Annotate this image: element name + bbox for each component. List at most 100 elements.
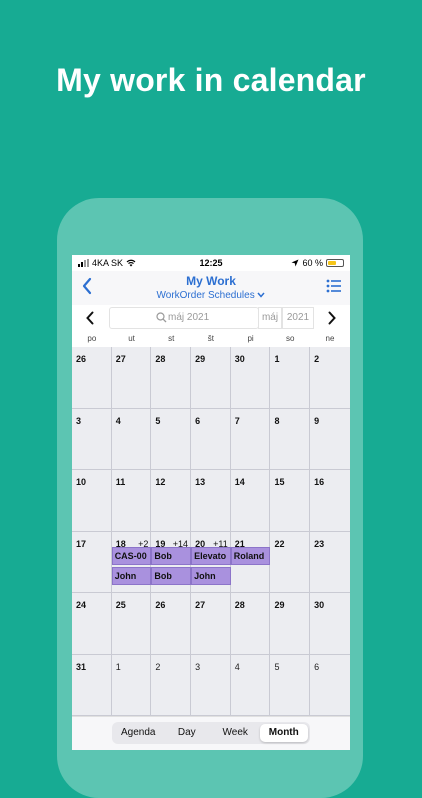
weekday-label: so — [286, 334, 295, 343]
day-number: 27 — [195, 600, 206, 610]
weekday-header: po ut st št pi so ne — [72, 333, 350, 347]
calendar-day-cell[interactable]: 13 — [191, 470, 231, 532]
weekday-label: ne — [325, 334, 335, 343]
calendar-day-cell[interactable]: 7 — [230, 408, 271, 470]
search-icon — [156, 312, 167, 323]
calendar-day-cell[interactable]: 10 — [72, 470, 112, 532]
calendar-day-cell[interactable]: 16 — [310, 470, 350, 532]
calendar-day-cell[interactable]: 6 — [310, 655, 350, 716]
calendar-day-cell[interactable]: 26 — [72, 347, 112, 409]
day-number: 13 — [195, 477, 206, 487]
day-number: 26 — [155, 600, 166, 610]
calendar-day-cell[interactable]: 31 — [72, 654, 112, 716]
calendar-day-cell[interactable]: 27 — [191, 593, 231, 655]
month-search-input[interactable]: máj 2021 — [109, 307, 259, 329]
calendar-day-cell[interactable]: 5 — [270, 654, 311, 716]
calendar-grid: 31 1 2 3 4 5 6 24 25 26 27 28 29 30 17 18 +2 19 +14 20 +11 21… — [72, 347, 350, 716]
day-number: 11 — [115, 477, 126, 487]
calendar-day-cell[interactable]: 30 — [230, 347, 271, 409]
next-month-button[interactable] — [322, 308, 342, 330]
day-number: 24 — [76, 600, 87, 610]
calendar-day-cell[interactable]: 30 — [310, 593, 350, 655]
calendar-day-cell[interactable]: 1 — [270, 347, 311, 409]
weekday-label: po — [87, 334, 97, 343]
day-number: 16 — [314, 477, 325, 487]
event-chip[interactable]: Bob — [151, 547, 192, 565]
calendar-day-cell[interactable]: 1 — [111, 654, 152, 716]
month-field[interactable]: máj — [258, 307, 282, 329]
tab-day[interactable]: Day — [163, 724, 212, 742]
day-number: 5 — [155, 415, 161, 426]
calendar-day-cell[interactable]: 27 — [111, 347, 152, 409]
day-number: 26 — [76, 354, 87, 364]
calendar-day-cell[interactable]: 4 — [230, 654, 271, 716]
day-number: 6 — [314, 661, 320, 672]
day-number: 12 — [155, 477, 166, 487]
event-chip[interactable]: John — [191, 567, 231, 585]
calendar-day-cell[interactable]: 26 — [151, 593, 192, 655]
day-number: 30 — [314, 600, 325, 610]
calendar-week-row: 10 11 12 13 14 15 16 — [72, 470, 350, 532]
calendar-week-row: 26 27 28 29 30 1 2 — [72, 347, 350, 409]
day-number: 5 — [274, 661, 280, 672]
search-placeholder: máj 2021 — [168, 312, 210, 323]
day-number: 2 — [155, 661, 161, 672]
nav-bar: My Work WorkOrder Schedules — [72, 271, 350, 306]
day-number: 25 — [115, 600, 126, 610]
calendar-day-cell[interactable]: 12 — [151, 470, 192, 532]
view-selector[interactable]: WorkOrder Schedules — [72, 290, 350, 301]
view-tab-bar: Agenda Day Week Month — [72, 716, 350, 750]
calendar-day-cell[interactable]: 28 — [230, 593, 271, 655]
day-number: 4 — [115, 415, 121, 426]
day-number: 17 — [76, 538, 87, 549]
calendar-day-cell[interactable]: 3 — [191, 654, 231, 716]
calendar-day-cell[interactable]: 17 — [72, 531, 112, 593]
day-number: 3 — [76, 415, 82, 426]
headline: My work in calendar — [56, 62, 366, 98]
calendar-day-cell[interactable]: 25 — [111, 593, 152, 655]
calendar-day-cell[interactable]: 29 — [191, 347, 231, 409]
month-bar: máj 2021 máj 2021 — [72, 305, 350, 333]
calendar-day-cell[interactable]: 2 — [310, 347, 350, 409]
calendar-day-cell[interactable]: 3 — [72, 408, 112, 470]
weekday-label: št — [207, 334, 215, 343]
calendar-day-cell[interactable]: 6 — [191, 408, 231, 470]
day-number: 9 — [314, 415, 320, 426]
day-number: 8 — [274, 415, 280, 426]
calendar-day-cell[interactable]: 8 — [270, 408, 311, 470]
calendar-day-cell[interactable]: 15 — [270, 470, 311, 532]
calendar-day-cell[interactable]: 29 — [270, 593, 311, 655]
calendar-week-row: 31 1 2 3 4 5 6 — [72, 654, 350, 716]
year-field[interactable]: 2021 — [282, 307, 314, 329]
calendar-day-cell[interactable]: 4 — [111, 408, 152, 470]
tab-month[interactable]: Month — [259, 724, 308, 742]
calendar-day-cell[interactable]: 24 — [72, 593, 112, 655]
list-view-button[interactable] — [326, 279, 342, 293]
day-number: 15 — [274, 477, 285, 487]
chevron-down-icon — [257, 292, 266, 298]
calendar-day-cell[interactable]: 11 — [111, 470, 152, 532]
calendar-day-cell[interactable]: 2 — [151, 654, 192, 716]
calendar-day-cell[interactable]: 9 — [310, 409, 350, 470]
calendar-day-cell[interactable]: 14 — [230, 470, 271, 532]
calendar-day-cell[interactable]: 28 — [151, 347, 192, 409]
status-bar: 4KA SK 12:25 60 % — [72, 255, 350, 271]
event-chip[interactable]: Roland — [230, 547, 271, 565]
day-number: 29 — [195, 354, 206, 364]
tab-agenda[interactable]: Agenda — [114, 724, 163, 742]
day-number: 29 — [274, 600, 285, 610]
weekday-label: ut — [128, 334, 135, 343]
calendar-day-cell[interactable]: 23 — [310, 532, 350, 593]
event-chip[interactable]: Bob — [151, 567, 192, 585]
calendar-week-row: 3 4 5 6 7 8 9 — [72, 408, 350, 470]
event-chip[interactable]: John — [111, 567, 152, 585]
tab-week[interactable]: Week — [211, 724, 260, 742]
calendar-day-cell[interactable]: 5 — [151, 408, 192, 470]
day-number: 14 — [234, 477, 245, 487]
event-chip[interactable]: Elevato — [191, 547, 231, 565]
event-chip[interactable]: CAS-00 — [111, 547, 152, 565]
day-number: 2 — [314, 354, 320, 364]
prev-month-button[interactable] — [80, 308, 100, 330]
phone-screen: 4KA SK 12:25 60 % My Work WorkOrder Sche… — [72, 255, 350, 750]
calendar-day-cell[interactable]: 22 — [270, 531, 311, 593]
